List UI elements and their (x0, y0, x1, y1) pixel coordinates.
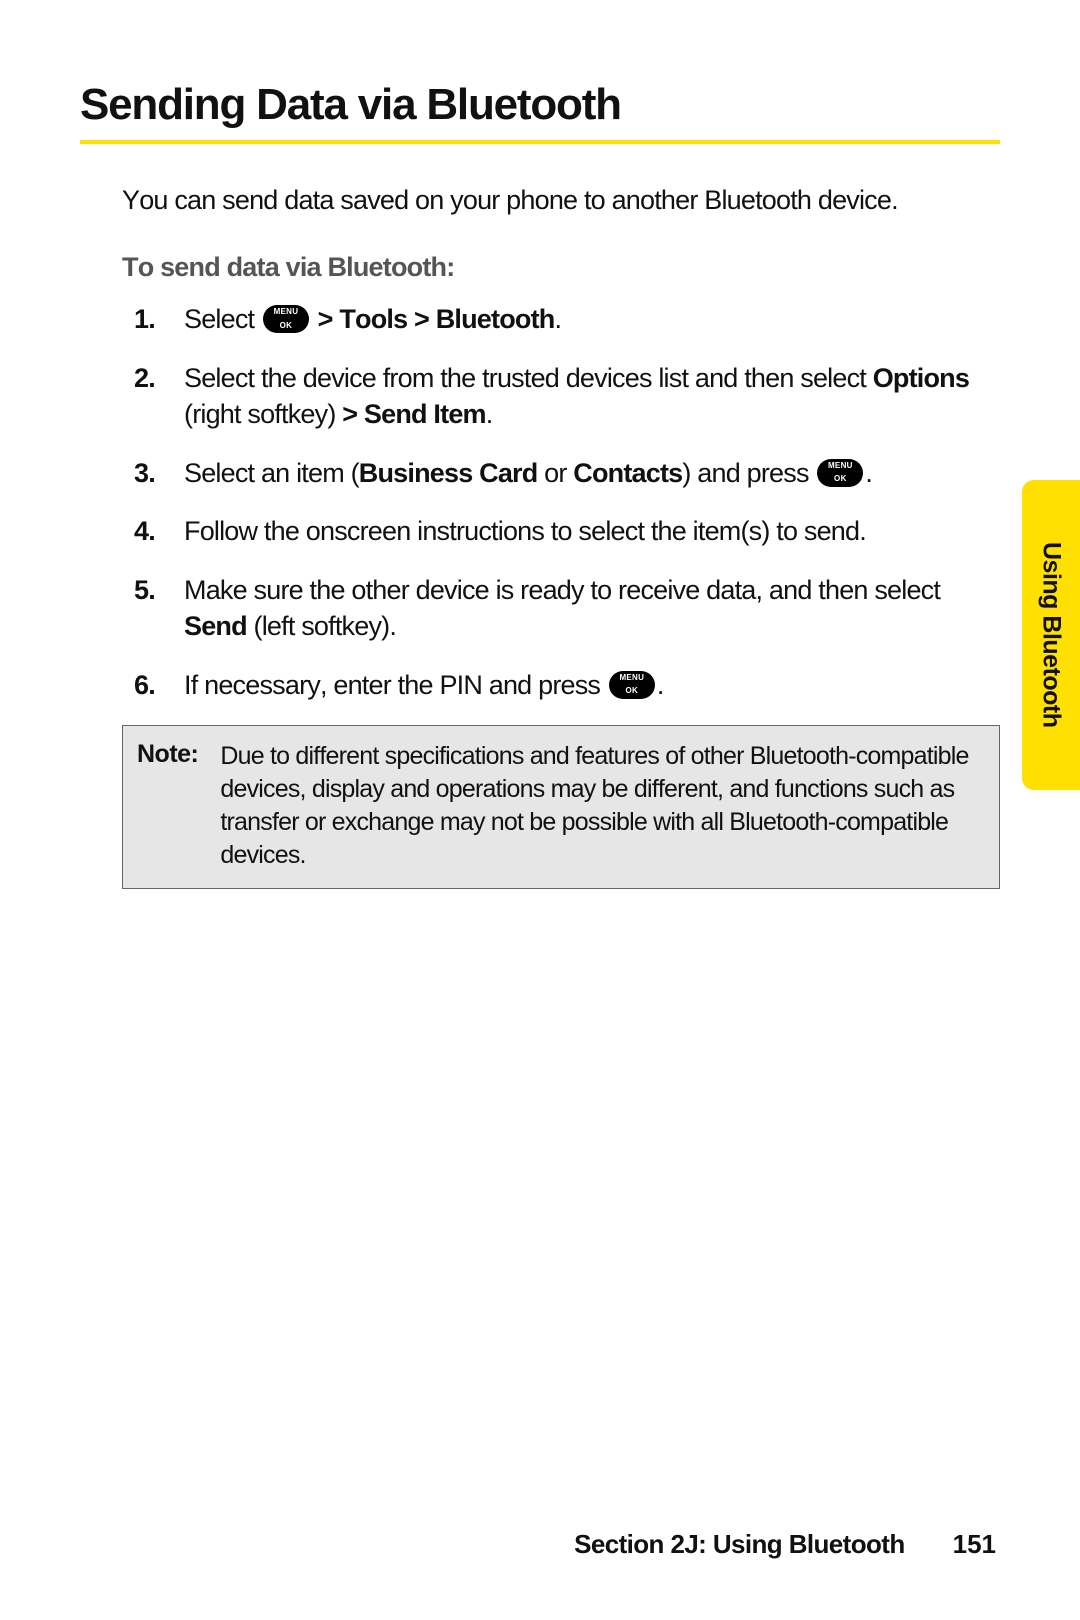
step-text: . (865, 458, 872, 488)
page-title: Sending Data via Bluetooth (80, 80, 1000, 144)
step-text: ) and press (682, 458, 815, 488)
step-5: Make sure the other device is ready to r… (184, 572, 1000, 645)
step-text: Select the device from the trusted devic… (184, 363, 873, 393)
side-tab: Using Bluetooth (1022, 480, 1080, 790)
step-text-bold: > Tools > Bluetooth (311, 304, 555, 334)
step-text: . (486, 399, 493, 429)
procedure-heading: To send data via Bluetooth: (122, 252, 1000, 283)
manual-page: Sending Data via Bluetooth You can send … (0, 0, 1080, 1620)
footer-page-number: 151 (953, 1529, 996, 1559)
step-text: . (554, 304, 561, 334)
step-text: Select (184, 304, 261, 334)
step-1: Select > Tools > Bluetooth. (184, 301, 1000, 337)
steps-list: Select > Tools > Bluetooth. Select the d… (122, 301, 1000, 703)
step-text: If necessary, enter the PIN and press (184, 670, 607, 700)
step-text-bold: Send (184, 611, 247, 641)
side-tab-label: Using Bluetooth (1037, 542, 1066, 728)
step-text: Make sure the other device is ready to r… (184, 575, 940, 605)
note-text: Due to different specifications and feat… (210, 726, 999, 888)
intro-paragraph: You can send data saved on your phone to… (122, 182, 952, 218)
step-text-bold: > Send Item (342, 399, 486, 429)
step-4: Follow the onscreen instructions to sele… (184, 513, 1000, 549)
step-3: Select an item (Business Card or Contact… (184, 455, 1000, 491)
menu-ok-icon (263, 305, 309, 333)
menu-ok-icon (609, 671, 655, 699)
step-text-bold: Business Card (359, 458, 538, 488)
footer-section: Section 2J: Using Bluetooth (574, 1529, 904, 1559)
step-text: (left softkey). (247, 611, 396, 641)
menu-ok-icon (817, 459, 863, 487)
step-text-bold: Contacts (573, 458, 682, 488)
step-text: or (537, 458, 573, 488)
note-box: Note: Due to different specifications an… (122, 725, 1000, 889)
step-text-bold: Options (873, 363, 969, 393)
page-footer: Section 2J: Using Bluetooth 151 (574, 1529, 996, 1560)
step-text: Follow the onscreen instructions to sele… (184, 516, 866, 546)
step-text: Select an item ( (184, 458, 359, 488)
step-2: Select the device from the trusted devic… (184, 360, 1000, 433)
step-text: (right softkey) (184, 399, 342, 429)
step-text: . (657, 670, 664, 700)
note-label: Note: (123, 726, 210, 888)
step-6: If necessary, enter the PIN and press . (184, 667, 1000, 703)
